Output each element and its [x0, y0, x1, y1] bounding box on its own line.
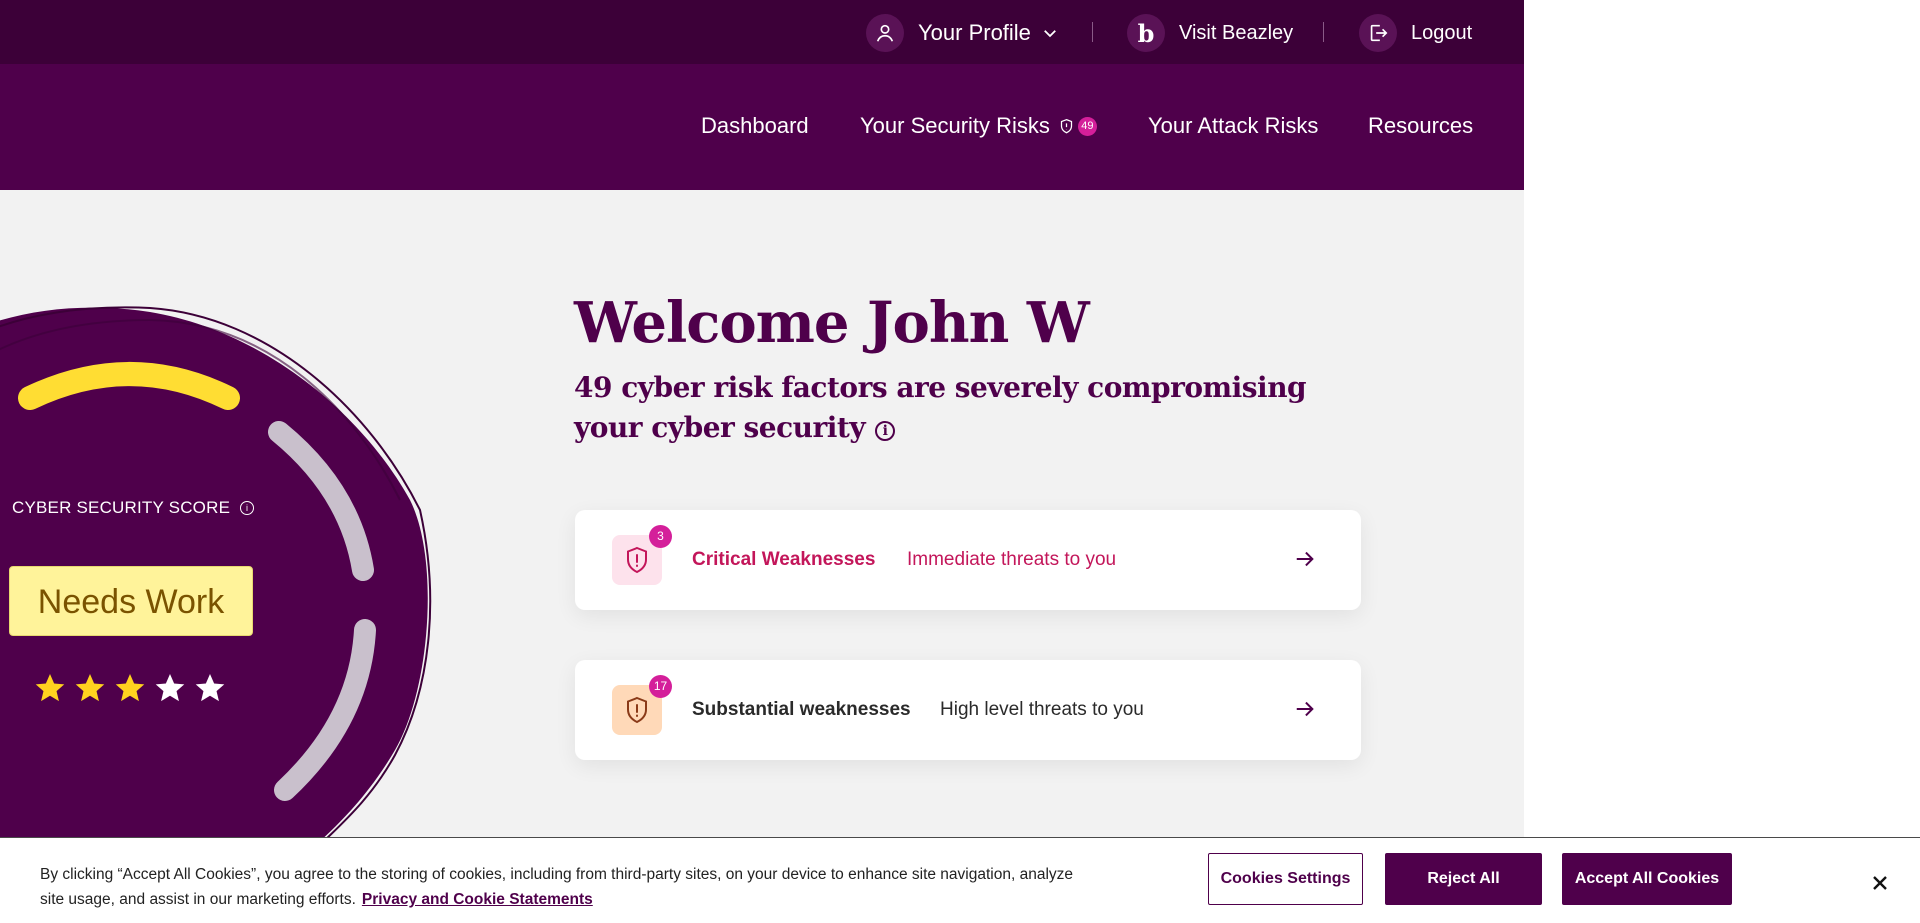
- card-subtitle: High level threats to you: [940, 699, 1144, 720]
- star-filled-icon: [35, 674, 65, 702]
- visit-beazley-label: Visit Beazley: [1179, 21, 1294, 44]
- profile-label: Your Profile: [918, 20, 1031, 45]
- risk-summary-text: 49 cyber risk factors are severely compr…: [574, 371, 1307, 444]
- substantial-count-badge: 17: [649, 675, 672, 698]
- welcome-heading: Welcome John W: [574, 290, 1090, 356]
- nav-your-security-risks[interactable]: Your Security Risks 49: [860, 112, 1097, 140]
- logout-label: Logout: [1411, 21, 1473, 44]
- beazley-logo-icon: b: [1127, 14, 1165, 52]
- divider: [1323, 22, 1324, 42]
- nav-resources[interactable]: Resources: [1368, 112, 1473, 140]
- critical-count-badge: 3: [649, 525, 672, 548]
- visit-beazley-link[interactable]: b Visit Beazley: [1127, 14, 1293, 52]
- close-icon[interactable]: [1868, 871, 1892, 895]
- divider: [1092, 22, 1093, 42]
- score-rating-badge: Needs Work: [9, 566, 253, 636]
- star-filled-icon: [75, 674, 105, 702]
- info-icon[interactable]: i: [240, 501, 255, 515]
- reject-all-button[interactable]: Reject All: [1385, 853, 1542, 905]
- risk-summary-heading: 49 cyber risk factors are severely compr…: [574, 368, 1334, 448]
- cookies-settings-button[interactable]: Cookies Settings: [1208, 853, 1363, 905]
- score-title: CYBER SECURITY SCORE i: [12, 498, 255, 518]
- star-filled-icon: [115, 674, 145, 702]
- cookie-consent-text: By clicking “Accept All Cookies”, you ag…: [40, 862, 1080, 912]
- card-title: Substantial weaknesses: [692, 699, 911, 720]
- profile-menu-button[interactable]: Your Profile: [866, 14, 1059, 52]
- arrow-right-icon: [1294, 548, 1316, 575]
- nav-security-risks-label: Your Security Risks: [860, 113, 1050, 138]
- privacy-cookie-statements-link[interactable]: Privacy and Cookie Statements: [362, 891, 593, 908]
- app-viewport: Your Profile b Visit Beazley Logout Dash…: [0, 0, 1524, 923]
- security-risks-count-badge: 49: [1077, 116, 1097, 136]
- logout-link[interactable]: Logout: [1359, 14, 1472, 52]
- top-utility-bar: Your Profile b Visit Beazley Logout: [0, 0, 1524, 64]
- star-rating: [34, 672, 226, 704]
- logout-icon: [1359, 14, 1397, 52]
- card-title: Critical Weaknesses: [692, 549, 876, 570]
- score-title-text: CYBER SECURITY SCORE: [12, 498, 231, 517]
- cookie-consent-banner: By clicking “Accept All Cookies”, you ag…: [0, 837, 1920, 923]
- accept-all-cookies-button[interactable]: Accept All Cookies: [1562, 853, 1732, 905]
- card-subtitle: Immediate threats to you: [907, 549, 1117, 570]
- user-icon: [866, 14, 904, 52]
- info-icon[interactable]: i: [875, 421, 896, 441]
- chevron-down-icon: [1041, 24, 1059, 42]
- shield-alert-icon: [1059, 118, 1074, 135]
- star-empty-icon: [195, 674, 225, 702]
- nav-your-attack-risks[interactable]: Your Attack Risks: [1148, 112, 1318, 140]
- star-empty-icon: [155, 674, 185, 702]
- nav-dashboard[interactable]: Dashboard: [701, 112, 809, 140]
- critical-weaknesses-card[interactable]: 3 Critical Weaknesses Immediate threats …: [575, 510, 1361, 610]
- substantial-weaknesses-card[interactable]: 17 Substantial weaknesses High level thr…: [575, 660, 1361, 760]
- arrow-right-icon: [1294, 698, 1316, 725]
